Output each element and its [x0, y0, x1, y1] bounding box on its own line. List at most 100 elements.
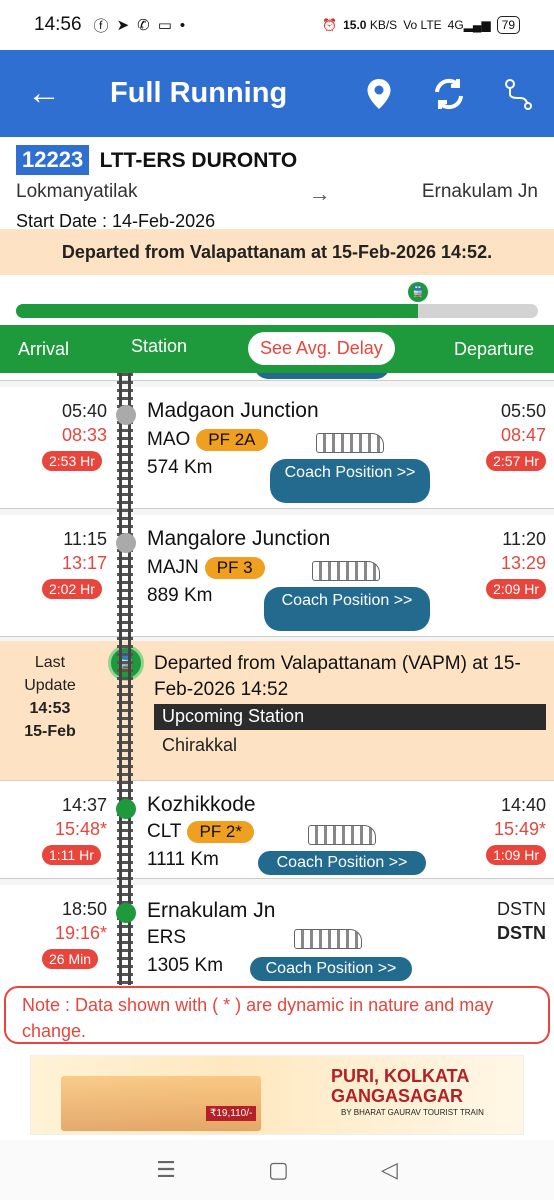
last-update-card: Last Update 14:53 15-Feb 🚆 Departed from… — [0, 641, 554, 781]
departure-actual: DSTN — [497, 923, 546, 943]
departure-actual: 15:49* — [493, 819, 546, 839]
coach-train-icon — [308, 825, 376, 845]
station-list[interactable]: 05:40 08:33 2:53 Hr Madgaon Junction MAO… — [0, 373, 554, 985]
arrival-delay-badge: 2:53 Hr — [42, 451, 102, 471]
location-pin-icon[interactable] — [344, 78, 414, 110]
station-card[interactable]: 14:37 15:48* 1:11 Hr Kozhikkode CLT PF 2*… — [0, 781, 554, 879]
arrival-scheduled: 14:37 — [61, 795, 107, 815]
ad-image — [61, 1076, 261, 1131]
advertisement-banner[interactable]: ₹19,110/- PURI, KOLKATA GANGASAGAR BY BH… — [30, 1055, 524, 1135]
arrival-actual: 08:33 — [61, 425, 107, 445]
coach-train-icon — [312, 561, 380, 581]
train-number: 12223 — [16, 145, 90, 175]
coach-position-button-partial[interactable] — [254, 373, 390, 379]
train-header: 12223 LTT-ERS DURONTO Lokmanyatilak → Er… — [0, 137, 554, 231]
arrival-scheduled: 05:40 — [61, 401, 107, 421]
destination-station: Ernakulam Jn — [421, 181, 538, 202]
volte-indicator: Vo LTE — [403, 18, 442, 32]
station-code: ERS — [147, 927, 187, 948]
station-name: Madgaon Junction — [147, 399, 319, 422]
departure-scheduled: 11:20 — [502, 529, 546, 549]
station-header: Station — [131, 336, 188, 356]
station-distance: 889 Km — [147, 585, 213, 606]
station-code: MAJN PF 3 — [147, 557, 265, 579]
last-update-label: Last Update 14:53 15-Feb — [24, 654, 76, 740]
status-banner: Departed from Valapattanam at 15-Feb-202… — [0, 229, 554, 275]
direction-arrow-icon: → — [308, 181, 331, 206]
coach-position-button[interactable]: Coach Position >> — [250, 957, 412, 981]
recents-icon[interactable]: ☰ — [156, 1157, 176, 1183]
arrival-actual: 13:17 — [61, 553, 107, 573]
upcoming-station-name: Chirakkal — [162, 735, 238, 755]
list-item-partial — [0, 373, 554, 381]
arrival-delay-badge: 2:02 Hr — [42, 579, 102, 599]
ad-title: PURI, KOLKATA GANGASAGAR — [331, 1066, 470, 1106]
route-map-icon[interactable] — [484, 77, 554, 111]
train-position-icon: 🚆 — [407, 282, 428, 302]
back-icon[interactable]: ◁ — [381, 1157, 398, 1183]
coach-position-button[interactable]: Coach Position >> — [258, 851, 426, 875]
status-bar: 14:56 ⓕ ➤ ✆ ▭ • ⏰ 15.0 KB/S Vo LTE 4G▂▄▆… — [0, 0, 554, 50]
station-name: Kozhikkode — [147, 793, 256, 816]
station-card[interactable]: 18:50 19:16* 26 Min Ernakulam Jn ERS 130… — [0, 885, 554, 985]
departure-header: Departure — [454, 338, 535, 359]
departure-delay-badge: 1:09 Hr — [486, 845, 546, 865]
platform-badge: PF 3 — [204, 557, 265, 579]
column-header-bar: Arrival Station See Avg. Delay Departure — [0, 325, 554, 373]
station-code: MAO PF 2A — [147, 429, 268, 451]
system-navigation-bar: ☰ ▢ ◁ — [0, 1140, 554, 1200]
whatsapp-icon: ✆ — [137, 17, 150, 34]
coach-position-button[interactable]: Coach Position >> — [264, 587, 430, 631]
last-update-message: Departed from Valapattanam (VAPM) at 15-… — [154, 653, 521, 700]
journey-progress-bar: 🚆 — [16, 282, 538, 318]
station-dot-icon — [116, 533, 136, 553]
coach-train-icon — [294, 929, 362, 949]
railway-track — [117, 373, 133, 985]
alarm-icon: ⏰ — [322, 18, 338, 32]
dynamic-data-note: Note : Data shown with ( * ) are dynamic… — [4, 986, 550, 1044]
departure-scheduled: DSTN — [497, 899, 546, 919]
station-code: CLT PF 2* — [147, 821, 255, 843]
station-dot-icon — [116, 405, 136, 425]
facebook-icon: ⓕ — [93, 17, 109, 35]
station-dot-icon — [116, 799, 136, 819]
departure-scheduled: 14:40 — [500, 795, 546, 815]
station-name: Ernakulam Jn — [147, 899, 276, 922]
station-card[interactable]: 11:15 13:17 2:02 Hr Mangalore Junction M… — [0, 515, 554, 637]
arrival-actual: 19:16* — [54, 923, 107, 943]
chat-icon: ▭ — [157, 17, 172, 34]
coach-train-icon — [316, 433, 384, 453]
dot-icon: • — [179, 16, 186, 34]
station-dot-icon — [116, 903, 136, 923]
home-icon[interactable]: ▢ — [268, 1157, 289, 1183]
coach-position-button[interactable]: Coach Position >> — [270, 459, 430, 503]
arrival-scheduled: 11:15 — [63, 529, 107, 549]
refresh-icon[interactable] — [414, 76, 484, 112]
arrival-delay-badge: 26 Min — [42, 949, 99, 969]
ad-subtitle: BY BHARAT GAURAV TOURIST TRAIN — [341, 1108, 484, 1117]
departure-actual: 08:47 — [500, 425, 546, 445]
station-distance: 1305 Km — [147, 955, 224, 976]
station-distance: 574 Km — [147, 457, 213, 478]
back-arrow-icon[interactable]: ← — [0, 74, 88, 113]
status-time: 14:56 — [34, 14, 82, 35]
battery-icon: 79 — [496, 16, 520, 34]
train-name: LTT-ERS DURONTO — [99, 149, 298, 172]
station-name: Mangalore Junction — [147, 527, 331, 550]
arrival-scheduled: 18:50 — [61, 899, 107, 919]
page-title: Full Running — [110, 77, 288, 109]
station-distance: 1111 Km — [147, 849, 219, 870]
departure-actual: 13:29 — [500, 553, 546, 573]
departure-scheduled: 05:50 — [500, 401, 546, 421]
platform-badge: PF 2* — [187, 821, 255, 843]
net-speed: 15.0 KB/S — [343, 18, 398, 32]
station-card[interactable]: 05:40 08:33 2:53 Hr Madgaon Junction MAO… — [0, 387, 554, 509]
signal-icon: 4G▂▄▆ — [447, 18, 491, 32]
platform-badge: PF 2A — [196, 429, 268, 451]
journey-progress-fill — [16, 304, 418, 318]
departure-delay-badge: 2:09 Hr — [486, 579, 546, 599]
ad-price: ₹19,110/- — [206, 1106, 257, 1121]
arrival-header: Arrival — [18, 338, 70, 359]
see-avg-delay-button[interactable]: See Avg. Delay — [248, 332, 395, 365]
arrival-delay-badge: 1:11 Hr — [42, 845, 101, 865]
